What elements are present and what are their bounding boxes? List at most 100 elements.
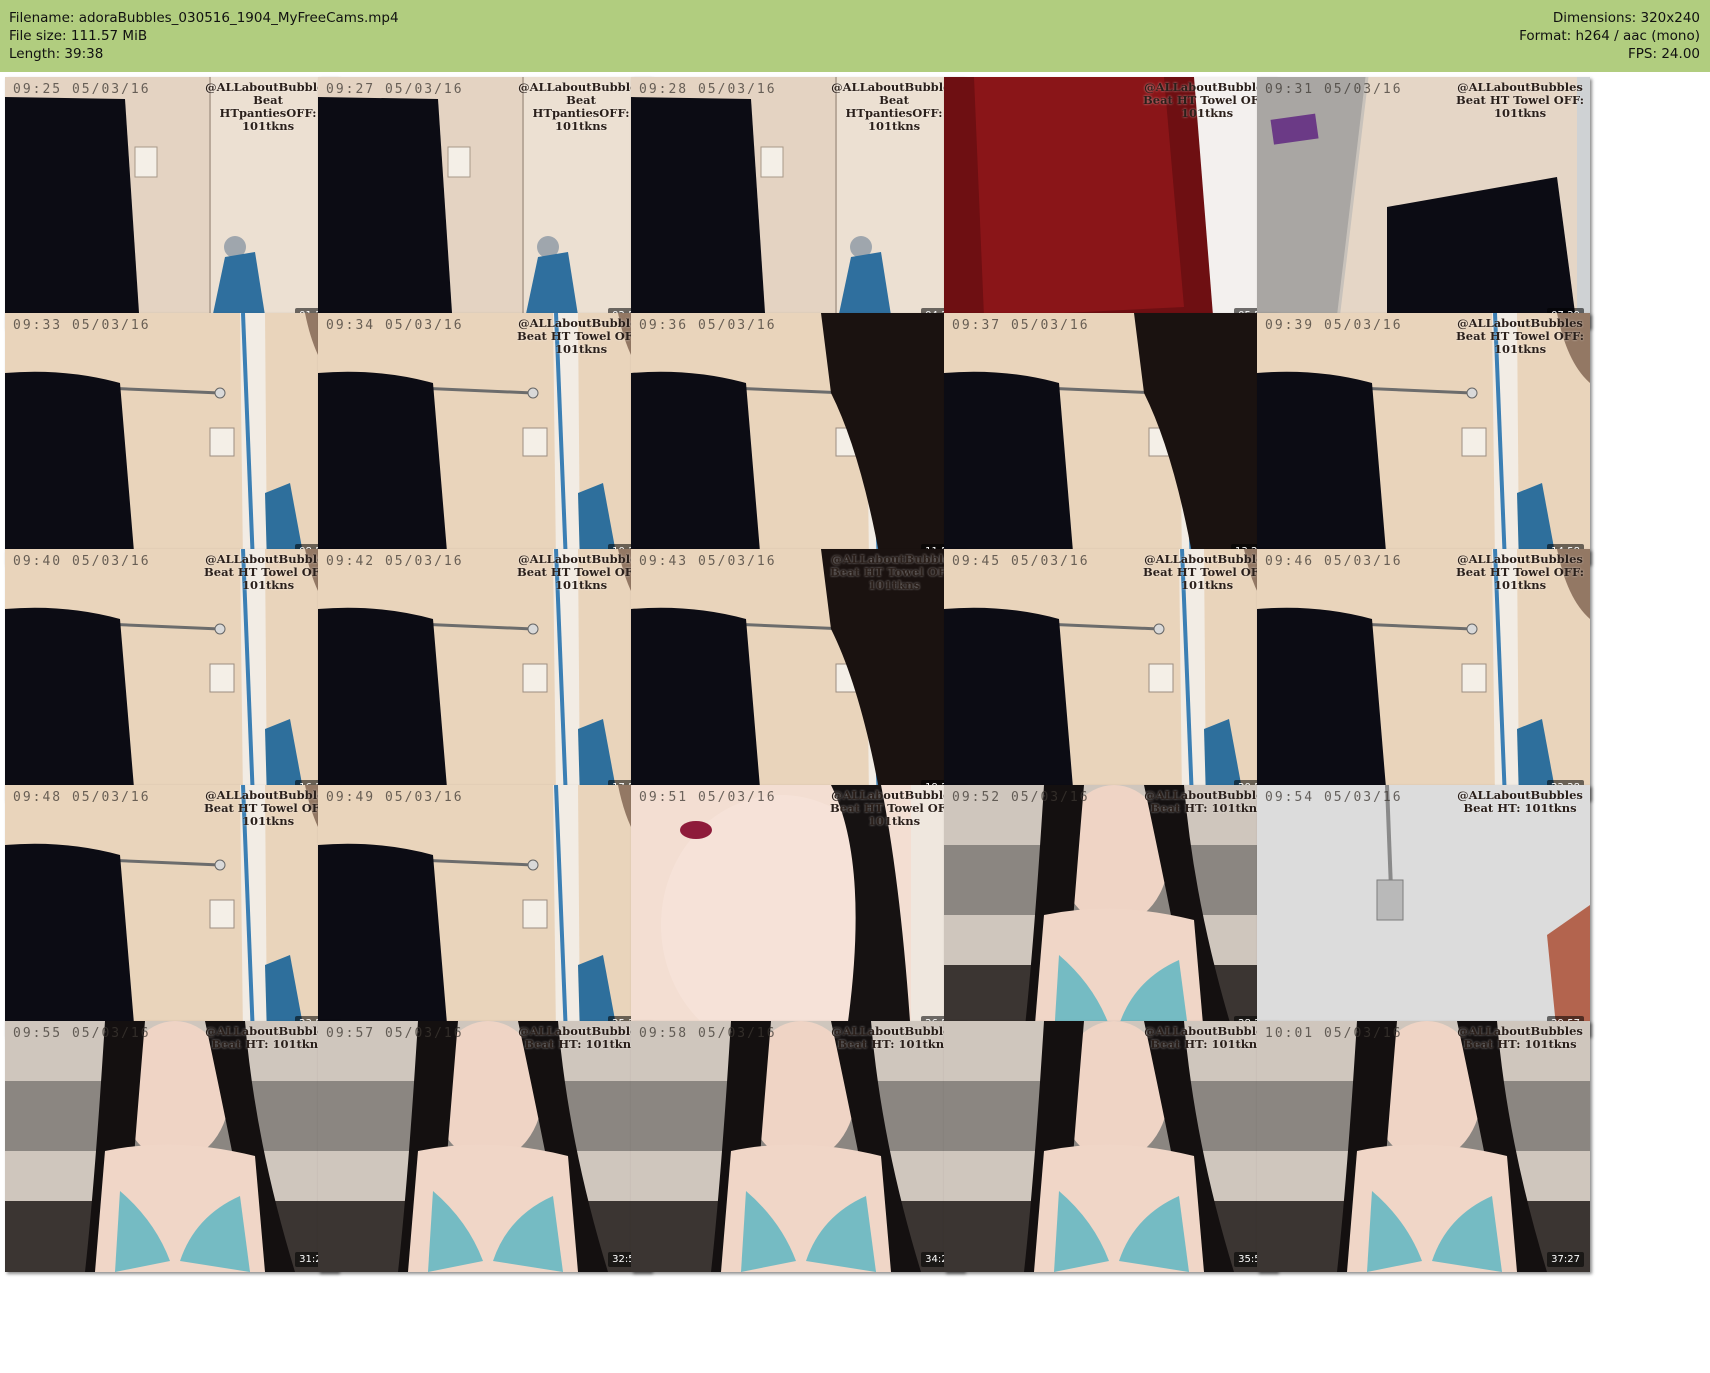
camera-timestamp: 09:57 05/03/16 [326,1026,464,1041]
tip-goal-overlay: @ALLaboutBubbles Beat HT Towel OFF: 101tkn… [516,553,646,592]
file-info-left: Filename: adoraBubbles_030516_1904_MyFre… [9,9,399,63]
tip-goal-overlay: @ALLaboutBubbles Beat HT Towel OFF: 101tkn… [1142,553,1272,592]
tip-goal-overlay: @ALLaboutBubbles Beat HT Towel OFF: 101tkn… [829,789,959,828]
camera-timestamp: 09:49 05/03/16 [326,790,464,805]
tip-goal-overlay: @ALLaboutBubbles Beat HT: 101tkns [516,1025,646,1051]
video-thumbnail: 09:28 05/03/16 @ALLaboutBubbles Beat HTpan… [631,77,964,328]
video-thumbnail: 09:25 05/03/16 @ALLaboutBubbles Beat HTpan… [5,77,338,328]
overlay-line: Beat HTpantiesOFF: [845,93,943,120]
video-thumbnail: 09:55 05/03/16 @ALLaboutBubbles Beat HT: 1… [5,1021,338,1272]
overlay-line: Beat HT: 101tkns [1463,1037,1577,1051]
overlay-line: 101tkns [1180,578,1234,592]
video-thumbnail: @ALLaboutBubbles Beat HT: 101tkns 35:57 [944,1021,1277,1272]
video-thumbnail: 09:40 05/03/16 @ALLaboutBubbles Beat HT To… [5,549,338,800]
video-thumbnail: 09:37 05/03/1613:28. [944,313,1277,564]
video-thumbnail: 09:49 05/03/1625:28 [318,785,651,1036]
video-thumbnail: 09:39 05/03/16 @ALLaboutBubbles Beat HT To… [1257,313,1590,564]
tip-goal-overlay: @ALLaboutBubbles Beat HT Towel OFF: 101tkn… [203,553,333,592]
camera-timestamp: 09:27 05/03/16 [326,82,464,97]
tip-goal-overlay: @ALLaboutBubbles Beat HT: 101tkns [1455,1025,1585,1051]
frame-image [944,313,1277,564]
file-info-header: Filename: adoraBubbles_030516_1904_MyFre… [0,0,1710,72]
video-thumbnail: 10:01 05/03/16 @ALLaboutBubbles Beat HT: 1… [1257,1021,1590,1272]
overlay-line: 101tkns [554,578,608,592]
camera-timestamp: 09:33 05/03/16 [13,318,151,333]
overlay-line: 101tkns [1493,578,1547,592]
tip-goal-overlay: @ALLaboutBubbles Beat HT Towel OFF: 101tkn… [1455,553,1585,592]
video-thumbnail: 09:36 05/03/1611:59 [631,313,964,564]
camera-timestamp: 09:51 05/03/16 [639,790,777,805]
video-thumbnail: 09:48 05/03/16 @ALLaboutBubbles Beat HT To… [5,785,338,1036]
tip-goal-overlay: @ALLaboutBubbles Beat HTpantiesOFF: 101tkn… [203,81,333,133]
tip-goal-overlay: @ALLaboutBubbles Beat HT Towel OFF: 101tkn… [1142,81,1272,120]
overlay-line: 101tkns [867,119,921,133]
frame-image [5,313,338,564]
overlay-line: Beat HT: 101tkns [211,1037,325,1051]
camera-timestamp: 09:37 05/03/16 [952,318,1090,333]
format-text: Format: h264 / aac (mono) [1519,28,1700,44]
video-thumbnail: 09:31 05/03/16 @ALLaboutBubbles Beat HT To… [1257,77,1590,328]
camera-timestamp: 09:55 05/03/16 [13,1026,151,1041]
camera-timestamp: 09:39 05/03/16 [1265,318,1403,333]
frame-image [318,1021,651,1272]
camera-timestamp: 09:25 05/03/16 [13,82,151,97]
camera-timestamp: 09:34 05/03/16 [326,318,464,333]
camera-timestamp: 09:54 05/03/16 [1265,790,1403,805]
video-thumbnail: 09:51 05/03/16 @ALLaboutBubbles Beat HT To… [631,785,964,1036]
video-thumbnail: 09:33 05/03/1608:59 [5,313,338,564]
video-thumbnail: 09:54 05/03/16 @ALLaboutBubbles Beat HT: 1… [1257,785,1590,1036]
thumbnail-grid: 09:25 05/03/16 @ALLaboutBubbles Beat HTpan… [0,77,1710,1373]
fps-text: FPS: 24.00 [1628,46,1700,62]
tip-goal-overlay: @ALLaboutBubbles Beat HT Towel OFF: 101tkn… [203,789,333,828]
file-info-right: Dimensions: 320x240 Format: h264 / aac (… [1519,9,1700,63]
overlay-line: Beat HTpantiesOFF: [219,93,317,120]
overlay-line: 101tkns [554,342,608,356]
frame-image [631,1021,964,1272]
tip-goal-overlay: @ALLaboutBubbles Beat HT: 101tkns [1142,789,1272,815]
frame-image [5,1021,338,1272]
filename-text: Filename: adoraBubbles_030516_1904_MyFre… [9,10,399,26]
tip-goal-overlay: @ALLaboutBubbles Beat HT: 101tkns [1455,789,1585,815]
tip-goal-overlay: @ALLaboutBubbles Beat HT Towel OFF: 101tkn… [516,317,646,356]
tip-goal-overlay: @ALLaboutBubbles Beat HT: 101tkns [203,1025,333,1051]
frame-image [1257,785,1590,1036]
filesize-text: File size: 111.57 MiB [9,28,148,44]
video-thumbnail: 09:58 05/03/16 @ALLaboutBubbles Beat HT: 1… [631,1021,964,1272]
overlay-line: 101tkns [1493,106,1547,120]
camera-timestamp: 09:31 05/03/16 [1265,82,1403,97]
camera-timestamp: 09:43 05/03/16 [639,554,777,569]
tip-goal-overlay: @ALLaboutBubbles Beat HT: 101tkns [1142,1025,1272,1051]
overlay-line: 101tkns [241,119,295,133]
overlay-line: Beat HT: 101tkns [1150,801,1264,815]
camera-timestamp: 10:01 05/03/16 [1265,1026,1403,1041]
tip-goal-overlay: @ALLaboutBubbles Beat HT Towel OFF: 101tkn… [829,553,959,592]
frame-image [631,313,964,564]
camera-timestamp: 09:36 05/03/16 [639,318,777,333]
camera-timestamp: 09:46 05/03/16 [1265,554,1403,569]
video-thumbnail: 09:34 05/03/16 @ALLaboutBubbles Beat HT To… [318,313,651,564]
tip-goal-overlay: @ALLaboutBubbles Beat HT: 101tkns [829,1025,959,1051]
overlay-line: Beat HTpantiesOFF: [532,93,630,120]
video-thumbnail: 09:42 05/03/16 @ALLaboutBubbles Beat HT To… [318,549,651,800]
length-text: Length: 39:38 [9,46,104,62]
camera-timestamp: 09:52 05/03/16 [952,790,1090,805]
frame-image [944,785,1277,1036]
frame-time-label: 37:27 [1547,1252,1584,1267]
camera-timestamp: 09:58 05/03/16 [639,1026,777,1041]
overlay-line: 101tkns [554,119,608,133]
overlay-line: Beat HT: 101tkns [524,1037,638,1051]
tip-goal-overlay: @ALLaboutBubbles Beat HT Towel OFF: 101tkn… [1455,317,1585,356]
camera-timestamp: 09:48 05/03/16 [13,790,151,805]
tip-goal-overlay: @ALLaboutBubbles Beat HTpantiesOFF: 101tkn… [829,81,959,133]
tip-goal-overlay: @ALLaboutBubbles Beat HT Towel OFF: 101tkn… [1455,81,1585,120]
video-thumbnail: 09:45 05/03/16 @ALLaboutBubbles Beat HT To… [944,549,1277,800]
camera-timestamp: 09:42 05/03/16 [326,554,464,569]
frame-image [944,1021,1277,1272]
camera-timestamp: 09:28 05/03/16 [639,82,777,97]
tip-goal-overlay: @ALLaboutBubbles Beat HTpantiesOFF: 101tkn… [516,81,646,133]
video-thumbnail: 09:43 05/03/16 @ALLaboutBubbles Beat HT To… [631,549,964,800]
overlay-line: 101tkns [867,814,921,828]
video-thumbnail: 09:52 05/03/16 @ALLaboutBubbles Beat HT: 1… [944,785,1277,1036]
frame-image [1257,1021,1590,1272]
overlay-line: 101tkns [241,814,295,828]
